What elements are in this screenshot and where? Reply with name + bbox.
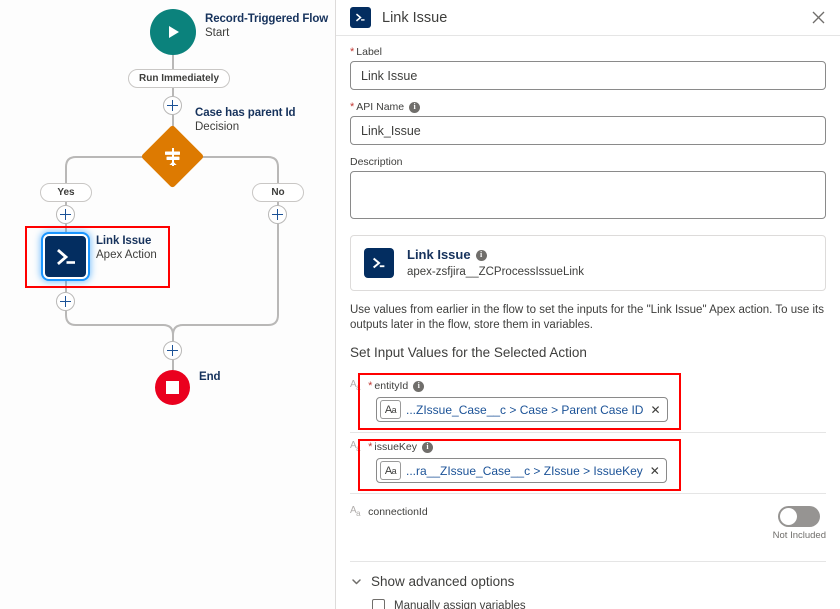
flow-builder-screen: Record-Triggered Flow Start Run Immediat… [0, 0, 840, 609]
text-type-icon: Aa [380, 461, 401, 480]
clear-icon[interactable]: ✕ [650, 404, 660, 416]
flow-connectors [65, 55, 279, 370]
end-node[interactable] [155, 370, 190, 405]
end-node-label: End [199, 370, 221, 384]
decision-node-subtitle: Decision [195, 121, 240, 133]
show-advanced-options-toggle[interactable]: Show advanced options [350, 561, 826, 589]
chevron-down-icon [350, 575, 363, 588]
input-row-connectionid: Aa connectionId Not Included [350, 493, 826, 551]
input-value-issuekey: ...ra__ZIssue_Case__c > ZIssue > IssueKe… [406, 463, 643, 478]
stop-square-icon [155, 370, 190, 405]
add-element-button-no[interactable] [268, 205, 287, 224]
info-icon[interactable]: i [422, 441, 434, 453]
api-name-field-label: * API Name i [350, 101, 826, 113]
input-row-connectionid-head: Aa connectionId [350, 505, 428, 519]
panel-header: Link Issue [336, 0, 840, 36]
input-row-entityid-head: Aa * entityId i [350, 380, 826, 392]
panel-body: * Label * API Name i Description [336, 36, 840, 609]
input-row-issuekey: Aa * issueKey i Aa ...ra__ZIssue_Case__c… [350, 432, 826, 493]
close-icon[interactable] [808, 8, 828, 28]
input-row-entityid-wrapper: Aa * entityId i Aa ...ZIssue_Case__c > C… [350, 372, 826, 432]
manually-assign-variables-checkbox[interactable] [372, 599, 385, 609]
label-input[interactable] [350, 61, 826, 90]
required-asterisk: * [368, 440, 373, 453]
decision-signpost-icon [150, 134, 195, 179]
text-type-icon: Aa [350, 505, 361, 518]
apex-terminal-icon [43, 234, 88, 279]
text-type-icon: Aa [380, 400, 401, 419]
info-icon[interactable]: i [409, 101, 421, 113]
input-combobox-wrap-entityid: Aa ...ZIssue_Case__c > Case > Parent Cas… [350, 397, 826, 422]
selected-action-name-row: Link Issue i [407, 247, 584, 263]
start-node-subtitle: Start [205, 27, 230, 39]
input-combobox-wrap-issuekey: Aa ...ra__ZIssue_Case__c > ZIssue > Issu… [350, 458, 826, 483]
selected-action-text: Link Issue i apex-zsfjira__ZCProcessIssu… [407, 247, 584, 279]
add-element-button-start[interactable] [163, 96, 182, 115]
description-field-label-text: Description [350, 156, 403, 168]
add-element-button-after-apex[interactable] [56, 292, 75, 311]
description-textarea[interactable] [350, 171, 826, 219]
decision-node-title: Case has parent Id [195, 107, 296, 119]
input-combobox-issuekey[interactable]: Aa ...ra__ZIssue_Case__c > ZIssue > Issu… [376, 458, 667, 483]
input-row-entityid: Aa * entityId i Aa ...ZIssue_Case__c > C… [350, 372, 826, 432]
selected-action-name: Link Issue [407, 247, 471, 262]
apex-terminal-icon [364, 248, 394, 278]
input-values-section-heading: Set Input Values for the Selected Action [350, 345, 587, 360]
decision-node[interactable] [140, 124, 205, 189]
required-asterisk: * [350, 45, 355, 58]
description-field-label: Description [350, 156, 826, 168]
description-field-block: Description [350, 156, 826, 224]
api-name-input[interactable] [350, 116, 826, 145]
manually-assign-variables-label: Manually assign variables [394, 599, 526, 609]
stop-square-inner [166, 381, 179, 394]
connectionid-toggle-group: Not Included [773, 506, 826, 541]
start-node-label: Record-Triggered Flow Start [205, 12, 328, 40]
include-toggle[interactable] [778, 506, 821, 527]
play-icon [150, 9, 196, 55]
apex-action-node[interactable] [43, 234, 88, 279]
required-asterisk: * [350, 100, 355, 113]
info-icon[interactable]: i [413, 380, 425, 392]
start-node-title: Record-Triggered Flow [205, 13, 329, 25]
input-name-entityid: entityId [374, 380, 409, 392]
start-node[interactable] [150, 9, 196, 55]
apex-action-node-label: Link Issue Apex Action [96, 234, 157, 262]
info-icon[interactable]: i [475, 249, 487, 261]
show-advanced-options-label: Show advanced options [371, 574, 515, 589]
toggle-caption: Not Included [772, 530, 826, 541]
run-immediately-pill[interactable]: Run Immediately [128, 69, 231, 88]
input-combobox-entityid[interactable]: Aa ...ZIssue_Case__c > Case > Parent Cas… [376, 397, 668, 422]
add-element-button-yes[interactable] [56, 205, 75, 224]
apex-action-node-subtitle: Apex Action [96, 249, 157, 261]
input-row-issuekey-wrapper: Aa * issueKey i Aa ...ra__ZIssue_Case__c… [350, 432, 826, 493]
input-row-issuekey-head: Aa * issueKey i [350, 441, 826, 453]
input-name-issuekey: issueKey [374, 441, 418, 453]
end-node-title: End [199, 371, 221, 383]
selected-action-api-name: apex-zsfjira__ZCProcessIssueLink [407, 266, 585, 278]
flow-canvas[interactable]: Record-Triggered Flow Start Run Immediat… [0, 0, 336, 609]
clear-icon[interactable]: ✕ [650, 465, 660, 477]
label-field-block: * Label [350, 46, 826, 90]
text-type-icon: Aa [350, 379, 361, 392]
inputs-help-text: Use values from earlier in the flow to s… [350, 304, 824, 331]
element-properties-panel: Link Issue * Label * A [336, 0, 840, 609]
apex-action-node-title: Link Issue [96, 235, 152, 247]
branch-pill-no[interactable]: No [252, 183, 304, 202]
text-type-icon: Aa [350, 440, 361, 453]
input-value-entityid: ...ZIssue_Case__c > Case > Parent Case I… [406, 402, 644, 417]
api-name-field-label-text: API Name [356, 101, 405, 113]
manually-assign-variables-row[interactable]: Manually assign variables [350, 599, 826, 609]
decision-node-label: Case has parent Id Decision [195, 106, 296, 134]
toggle-knob [780, 508, 798, 525]
selected-action-card[interactable]: Link Issue i apex-zsfjira__ZCProcessIssu… [350, 235, 826, 291]
label-field-label: * Label [350, 46, 826, 58]
branch-pill-yes[interactable]: Yes [40, 183, 92, 202]
add-element-button-merge[interactable] [163, 341, 182, 360]
label-field-label-text: Label [356, 46, 382, 58]
api-name-field-block: * API Name i [350, 101, 826, 145]
apex-terminal-icon [350, 7, 371, 28]
panel-title: Link Issue [382, 9, 448, 26]
required-asterisk: * [368, 379, 373, 392]
input-name-connectionid: connectionId [368, 506, 428, 518]
